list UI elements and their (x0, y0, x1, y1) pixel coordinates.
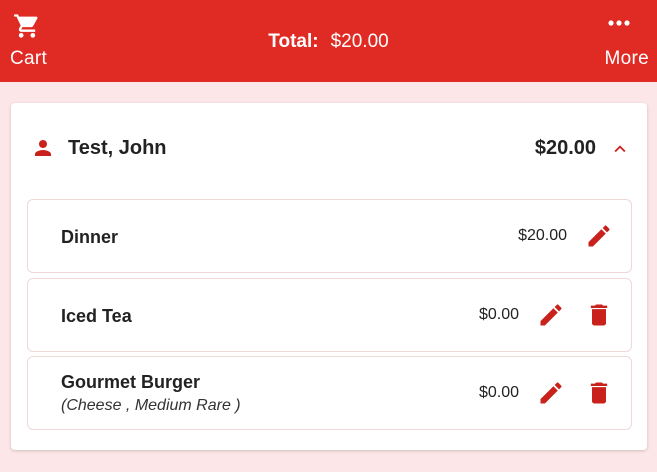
item-price: $20.00 (518, 227, 567, 244)
pencil-icon[interactable] (537, 379, 565, 407)
customer-name: Test, John (68, 137, 167, 159)
more-label: More (604, 48, 649, 69)
person-icon (35, 140, 51, 156)
order-item: Dinner $20.00 (27, 199, 632, 273)
total-value: $20.00 (330, 31, 389, 52)
order-item: Gourmet Burger (Cheese , Medium Rare ) $… (27, 356, 632, 430)
customer-total: $20.00 (534, 137, 596, 159)
pencil-icon[interactable] (537, 301, 565, 329)
trash-icon[interactable] (585, 301, 613, 329)
trash-icon[interactable] (585, 379, 613, 407)
item-name: Gourmet Burger (61, 372, 201, 392)
top-app-bar: Cart Total: $20.00 More (0, 0, 657, 82)
customer-order-card: Test, John $20.00 Dinner $20.00 Iced Tea… (11, 103, 647, 450)
order-total: Total: $20.00 (0, 31, 657, 53)
item-name: Dinner (61, 227, 119, 247)
item-name: Iced Tea (61, 306, 132, 326)
more-horizontal-icon (608, 20, 630, 26)
chevron-up-icon[interactable] (609, 138, 631, 160)
total-label: Total: (268, 31, 319, 52)
customer-header[interactable]: Test, John $20.00 (11, 103, 647, 195)
item-price: $0.00 (478, 306, 519, 323)
more-button[interactable]: More (593, 12, 649, 72)
item-modifiers: (Cheese , Medium Rare ) (61, 397, 241, 414)
item-price: $0.00 (478, 384, 519, 401)
order-item: Iced Tea $0.00 (27, 278, 632, 352)
pencil-icon[interactable] (585, 222, 613, 250)
